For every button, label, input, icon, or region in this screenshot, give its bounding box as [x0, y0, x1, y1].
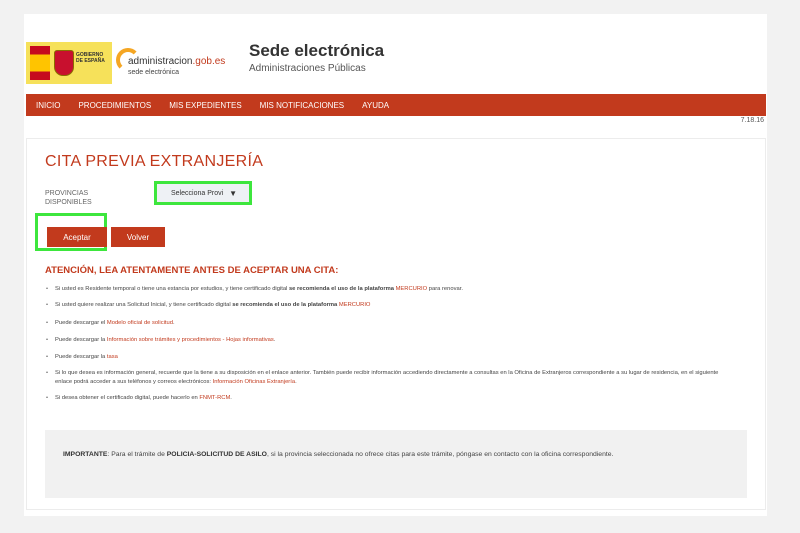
mercurio-link[interactable]: MERCURIO — [339, 302, 371, 308]
main-nav: INICIO PROCEDIMIENTOS MIS EXPEDIENTES MI… — [26, 94, 766, 116]
list-item: Si usted es Residente temporal o tiene u… — [45, 285, 735, 294]
site-subtitle: Administraciones Públicas — [249, 63, 366, 74]
list-item: Si lo que desea es información general, … — [45, 369, 735, 387]
nav-ayuda[interactable]: AYUDA — [362, 101, 389, 110]
province-select[interactable]: Selecciona Provi ▼ — [154, 181, 252, 205]
list-item: Puede descargar la tasa — [45, 353, 735, 362]
spain-flag-icon — [30, 46, 50, 80]
warning-heading: ATENCIÓN, LEA ATENTAMENTE ANTES DE ACEPT… — [45, 265, 339, 276]
province-label: PROVINCIAS DISPONIBLES — [45, 190, 92, 206]
nav-mis-expedientes[interactable]: MIS EXPEDIENTES — [169, 101, 241, 110]
list-item: Puede descargar la Información sobre trá… — [45, 336, 735, 345]
gobierno-logo[interactable]: GOBIERNO DE ESPAÑA — [26, 42, 112, 84]
back-button[interactable]: Volver — [111, 227, 165, 247]
top-margin — [0, 0, 800, 14]
oficinas-extranjeria-link[interactable]: Información Oficinas Extranjería — [213, 379, 295, 385]
accept-button[interactable]: Aceptar — [47, 227, 107, 247]
list-item: Si usted quiere realizar una Solicitud I… — [45, 301, 735, 310]
fnmt-link[interactable]: FNMT-RCM — [199, 395, 230, 401]
chevron-down-icon: ▼ — [229, 188, 238, 198]
content-panel: CITA PREVIA EXTRANJERÍA PROVINCIAS DISPO… — [26, 138, 766, 510]
nav-inicio[interactable]: INICIO — [36, 101, 60, 110]
list-item: Si desea obtener el certificado digital,… — [45, 394, 735, 403]
hojas-informativas-link[interactable]: Información sobre trámites y procedimien… — [107, 337, 274, 343]
page-title: CITA PREVIA EXTRANJERÍA — [45, 153, 264, 170]
administracion-logo-name: administracion.gob.es — [128, 56, 226, 67]
administracion-logo-sub: sede electrónica — [128, 69, 179, 76]
site-title: Sede electrónica — [249, 41, 385, 60]
important-procedure: POLICIA-SOLICITUD DE ASILO — [166, 451, 267, 458]
province-select-value: Selecciona Provi — [171, 189, 224, 197]
important-notice: IMPORTANTE: Para el trámite de POLICIA-S… — [45, 430, 747, 498]
important-label: IMPORTANTE — [63, 451, 108, 458]
nav-mis-notificaciones[interactable]: MIS NOTIFICACIONES — [260, 101, 344, 110]
left-margin — [0, 14, 24, 516]
administracion-logo[interactable]: administracion.gob.es sede electrónica — [114, 42, 234, 84]
right-margin — [767, 14, 800, 516]
gobierno-logo-text: GOBIERNO DE ESPAÑA — [76, 52, 105, 64]
mercurio-link[interactable]: MERCURIO — [396, 286, 428, 292]
tasa-link[interactable]: tasa — [107, 354, 118, 360]
list-item: Puede descargar el Modelo oficial de sol… — [45, 319, 735, 328]
coat-of-arms-icon — [54, 50, 74, 76]
page: GOBIERNO DE ESPAÑA administracion.gob.es… — [24, 14, 767, 516]
version-label: 7.18.16 — [740, 117, 764, 124]
modelo-solicitud-link[interactable]: Modelo oficial de solicitud — [107, 320, 173, 326]
nav-procedimientos[interactable]: PROCEDIMIENTOS — [78, 101, 151, 110]
notes-list: Si usted es Residente temporal o tiene u… — [45, 285, 735, 403]
bottom-margin — [0, 516, 800, 533]
